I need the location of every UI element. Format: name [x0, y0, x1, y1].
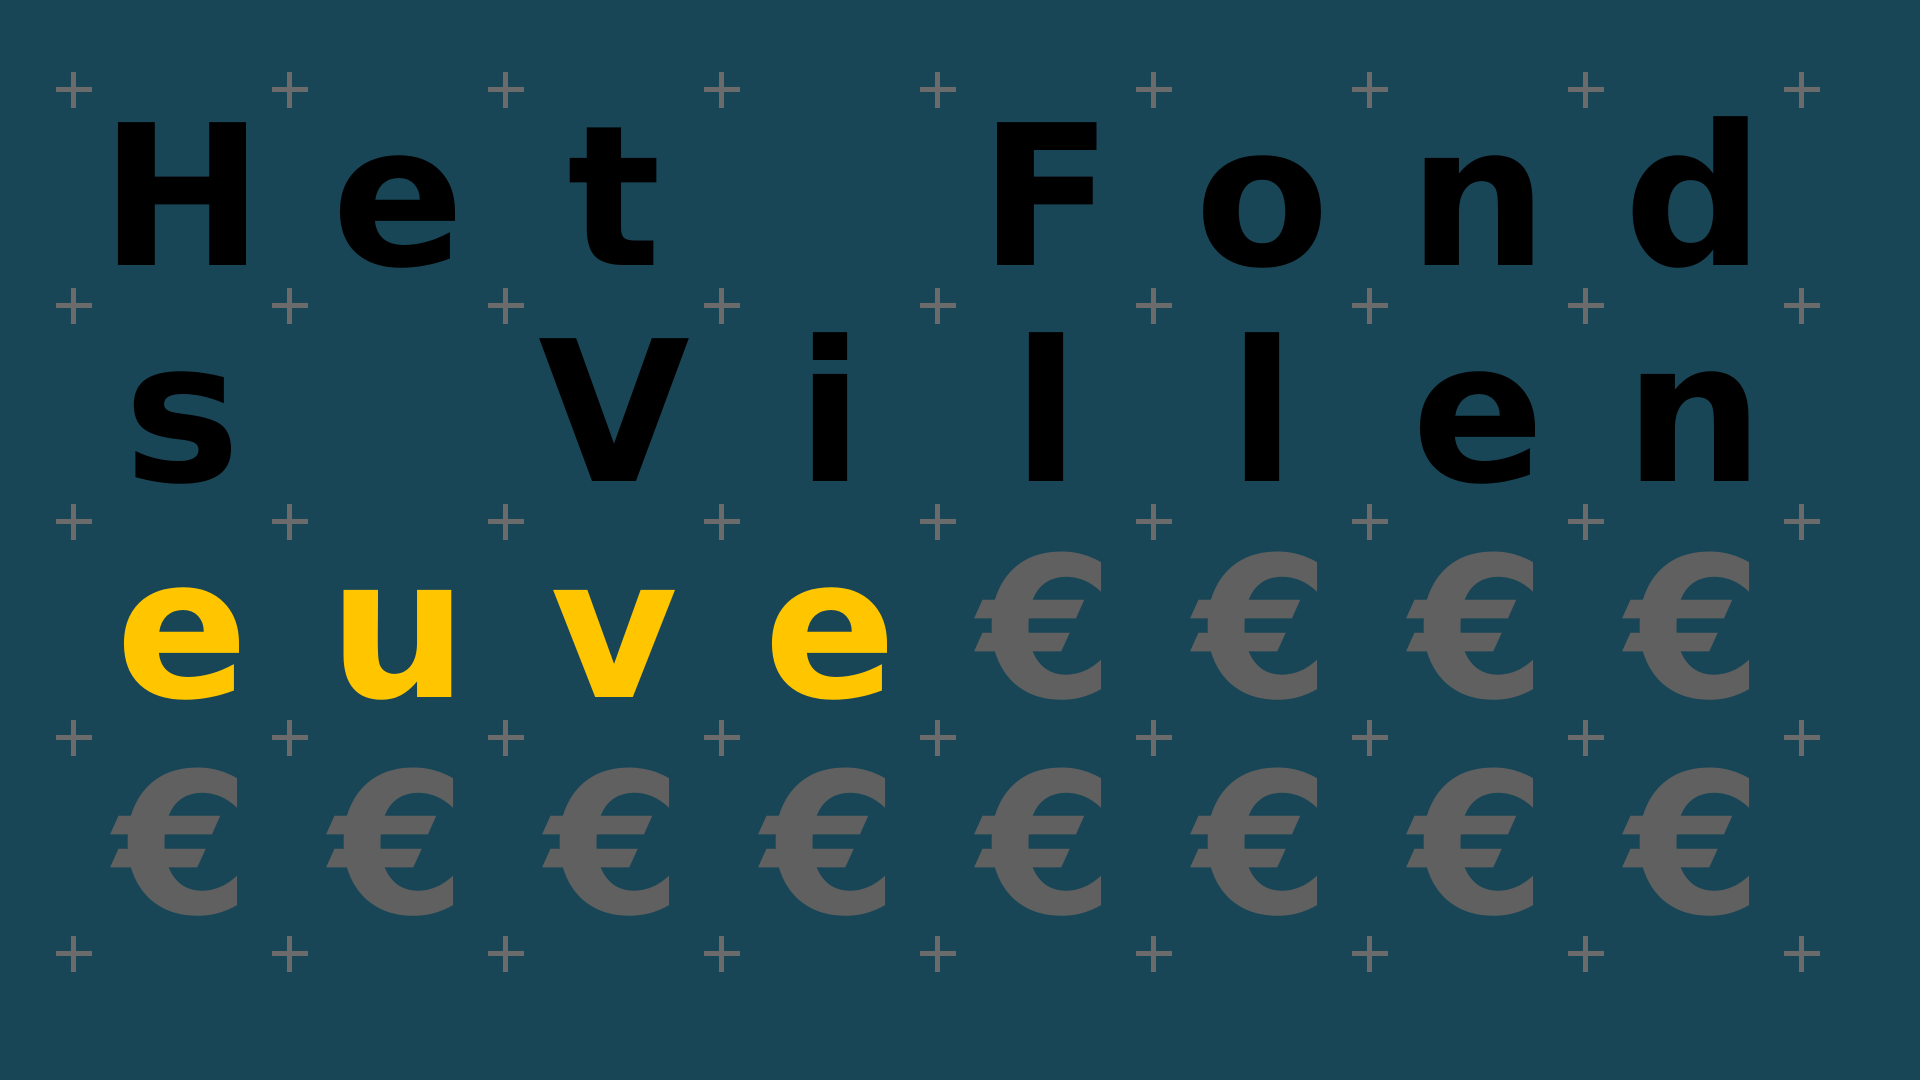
euro-icon: €	[1625, 516, 1763, 744]
euro-icon: €	[1193, 516, 1331, 744]
grid-letter: i	[796, 300, 864, 528]
grid-letter: n	[1408, 84, 1548, 312]
grid-letter: s	[123, 300, 241, 528]
grid-letter: u	[328, 516, 468, 744]
grid-letter: t	[567, 84, 661, 312]
grid-letter: e	[763, 516, 897, 744]
word-grid-canvas: He t Fo n d s Vi l l e n e u v e € € € € € € € € € € € €	[0, 0, 1920, 1080]
grid-letter: v	[550, 516, 678, 744]
euro-icon: €	[1409, 732, 1547, 960]
euro-icon: €	[1625, 732, 1763, 960]
grid-letter: H	[99, 84, 265, 312]
grid-letter: e	[115, 516, 249, 744]
euro-icon: €	[977, 516, 1115, 744]
grid-letter: V	[538, 300, 690, 528]
grid-letter: l	[1228, 300, 1296, 528]
euro-icon: €	[761, 732, 899, 960]
euro-icon: €	[1193, 732, 1331, 960]
grid-letter: l	[1012, 300, 1080, 528]
euro-icon: €	[113, 732, 251, 960]
grid-letter: o	[1194, 84, 1330, 312]
grid-cell-empty	[290, 306, 506, 522]
grid-letter: e	[331, 84, 465, 312]
euro-icon: €	[545, 732, 683, 960]
euro-icon: €	[1409, 516, 1547, 744]
grid-letter: F	[979, 84, 1113, 312]
grid-letter: d	[1623, 84, 1765, 312]
grid-letter: n	[1624, 300, 1764, 528]
grid-letter: e	[1411, 300, 1545, 528]
grid-cell-empty	[722, 90, 938, 306]
euro-icon: €	[977, 732, 1115, 960]
euro-icon: €	[329, 732, 467, 960]
